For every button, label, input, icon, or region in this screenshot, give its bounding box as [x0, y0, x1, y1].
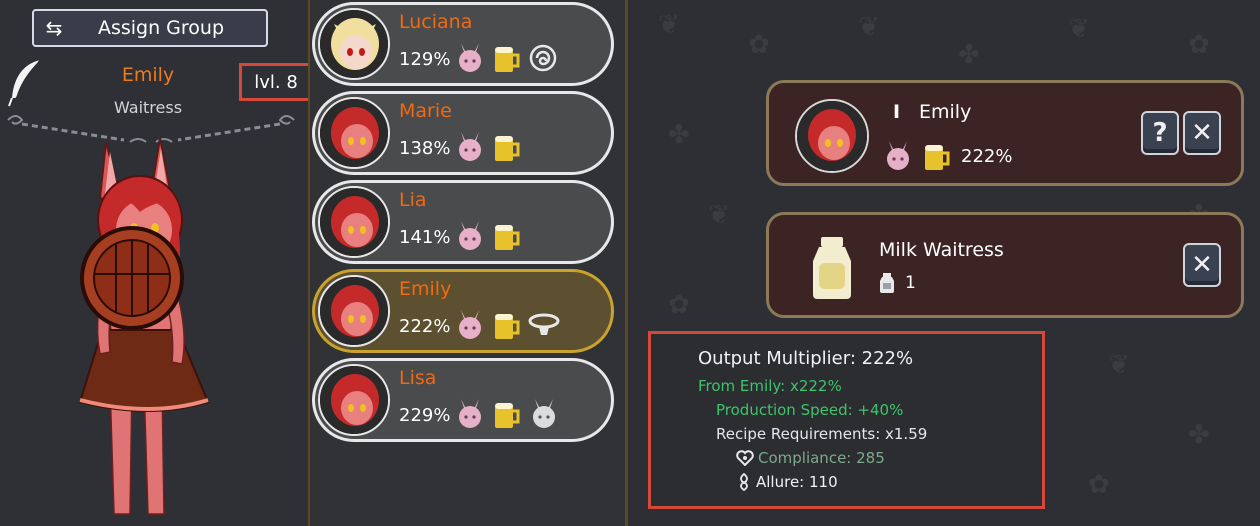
worker-multiplier: 222%	[399, 316, 451, 337]
worker-card-lia[interactable]: Lia 141%	[312, 180, 614, 264]
compliance-text: Compliance: 285	[758, 449, 885, 467]
milk-bottle-icon	[813, 237, 851, 299]
worker-name: Lisa	[399, 367, 437, 389]
bunny-face-icon	[459, 221, 481, 250]
worker-multiplier: 141%	[399, 227, 451, 248]
panel-divider	[625, 0, 628, 526]
beer-mug-icon	[925, 145, 950, 170]
beer-mug-icon	[495, 225, 520, 250]
character-portrait	[78, 137, 210, 515]
worker-multiplier: 229%	[399, 405, 451, 426]
small-milk-icon	[880, 273, 894, 293]
assigned-worker-name: Emily	[919, 101, 972, 123]
bunny-face-icon	[459, 132, 481, 161]
bunny-face-icon	[459, 399, 481, 428]
worker-avatar	[318, 186, 390, 258]
worker-card-luciana[interactable]: Luciana 129%	[312, 2, 614, 86]
bunny-face-icon	[533, 399, 555, 428]
recipe-card: Milk Waitress 1 ✕	[766, 212, 1244, 318]
character-panel: ⇆ Assign Group Emily Waitress lvl. 8	[0, 0, 313, 526]
spiral-icon	[529, 44, 557, 72]
worker-card-lisa[interactable]: Lisa 229%	[312, 358, 614, 442]
worker-name: Luciana	[399, 11, 473, 33]
output-tooltip: Output Multiplier: 222% From Emily: x222…	[648, 331, 1045, 509]
bunny-face-icon	[459, 43, 481, 72]
worker-multiplier: 138%	[399, 138, 451, 159]
worker-name: Emily	[399, 278, 452, 300]
assigned-worker-multiplier: 222%	[961, 145, 1013, 167]
collar-icon	[528, 313, 560, 335]
assigned-worker-avatar	[795, 99, 869, 173]
worker-avatar	[318, 8, 390, 80]
swap-arrows-icon: ⇆	[45, 16, 63, 40]
worker-multiplier: 129%	[399, 49, 451, 70]
bunny-face-icon	[887, 141, 909, 170]
production-speed-text: Production Speed: +40%	[716, 401, 904, 419]
from-worker-text: From Emily: x222%	[698, 377, 842, 395]
worker-card-marie[interactable]: Marie 138%	[312, 91, 614, 175]
worker-list: Luciana 129% Marie 138% Lia 141% Emily 2…	[310, 0, 625, 526]
worker-avatar	[318, 97, 390, 169]
recipe-requirements-text: Recipe Requirements: x1.59	[716, 425, 928, 443]
worker-avatar	[318, 275, 390, 347]
assign-group-label: Assign Group	[97, 17, 225, 39]
beer-mug-icon	[495, 47, 520, 72]
remove-worker-button[interactable]: ✕	[1183, 111, 1221, 155]
output-multiplier-text: Output Multiplier: 222%	[698, 348, 914, 369]
allure-text: Allure: 110	[756, 473, 838, 491]
allure-flower-icon	[740, 473, 748, 491]
assigned-worker-card: I Emily 222% ? ✕	[766, 80, 1244, 186]
worker-card-emily[interactable]: Emily 222%	[312, 269, 614, 353]
worker-name: Lia	[399, 189, 427, 211]
level-badge: lvl. 8	[239, 63, 313, 101]
bunny-face-icon	[459, 310, 481, 339]
beer-mug-icon	[495, 403, 520, 428]
recipe-name: Milk Waitress	[879, 239, 1004, 261]
assign-group-button[interactable]: ⇆ Assign Group	[32, 9, 268, 47]
remove-recipe-button[interactable]: ✕	[1183, 243, 1221, 287]
worker-avatar	[318, 364, 390, 436]
heart-chain-icon	[736, 450, 754, 466]
beer-mug-icon	[495, 314, 520, 339]
recipe-count: 1	[905, 273, 916, 293]
rank-numeral: I	[893, 101, 901, 123]
worker-name: Marie	[399, 100, 452, 122]
help-button[interactable]: ?	[1141, 111, 1179, 155]
beer-mug-icon	[495, 136, 520, 161]
